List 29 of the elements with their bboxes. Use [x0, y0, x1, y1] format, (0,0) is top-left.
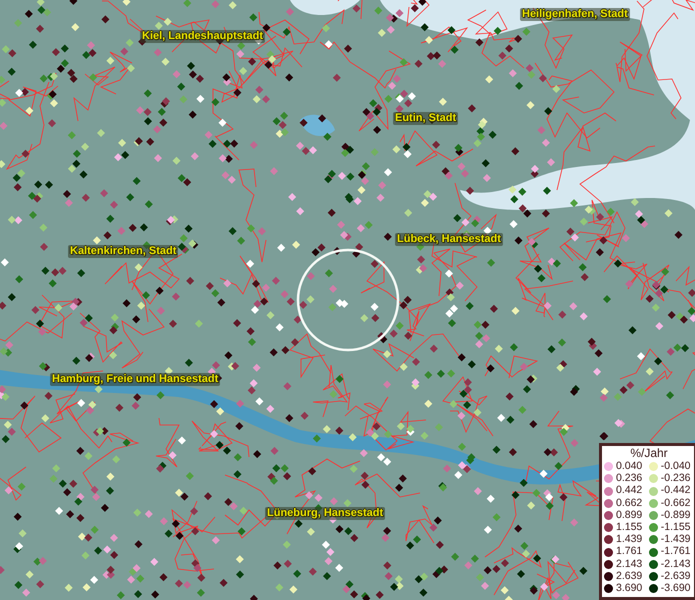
legend-value: 0.040	[616, 461, 644, 472]
place-label: Hamburg, Freie und Hansestadt	[50, 373, 220, 386]
legend-value: 0.899	[616, 510, 644, 522]
legend-value: 0.236	[616, 473, 644, 484]
legend-value: -1.761	[660, 546, 692, 558]
legend-value: 1.439	[616, 534, 644, 546]
legend-value: -0.236	[660, 473, 692, 484]
legend-value: 2.143	[616, 558, 644, 570]
legend-value: 0.442	[616, 485, 644, 497]
legend-value: 0.662	[616, 498, 644, 509]
legend-value: -0.040	[660, 461, 692, 472]
legend-title: %/Jahr	[629, 446, 669, 461]
legend-value: -1.155	[660, 522, 692, 534]
place-label: Eutin, Stadt	[393, 112, 458, 125]
place-label: Kiel, Landeshauptstadt	[140, 30, 266, 43]
place-label: Lübeck, Hansestadt	[395, 233, 503, 246]
legend-value: 2.639	[616, 570, 644, 582]
legend-value: -0.662	[660, 498, 692, 509]
legend-value: -2.639	[660, 570, 692, 582]
place-label: Kaltenkirchen, Stadt	[68, 245, 178, 258]
legend-value: -0.442	[660, 485, 692, 497]
legend-value: -3.690	[660, 583, 692, 594]
legend-value: -1.439	[660, 534, 692, 546]
legend-value: -0.899	[660, 510, 692, 522]
legend-value: 1.155	[616, 522, 644, 534]
legend-value: -2.143	[660, 558, 692, 570]
legend-value: 1.761	[616, 546, 644, 558]
place-label: Lüneburg, Hansestadt	[265, 507, 386, 520]
legend-value: 3.690	[616, 583, 644, 594]
